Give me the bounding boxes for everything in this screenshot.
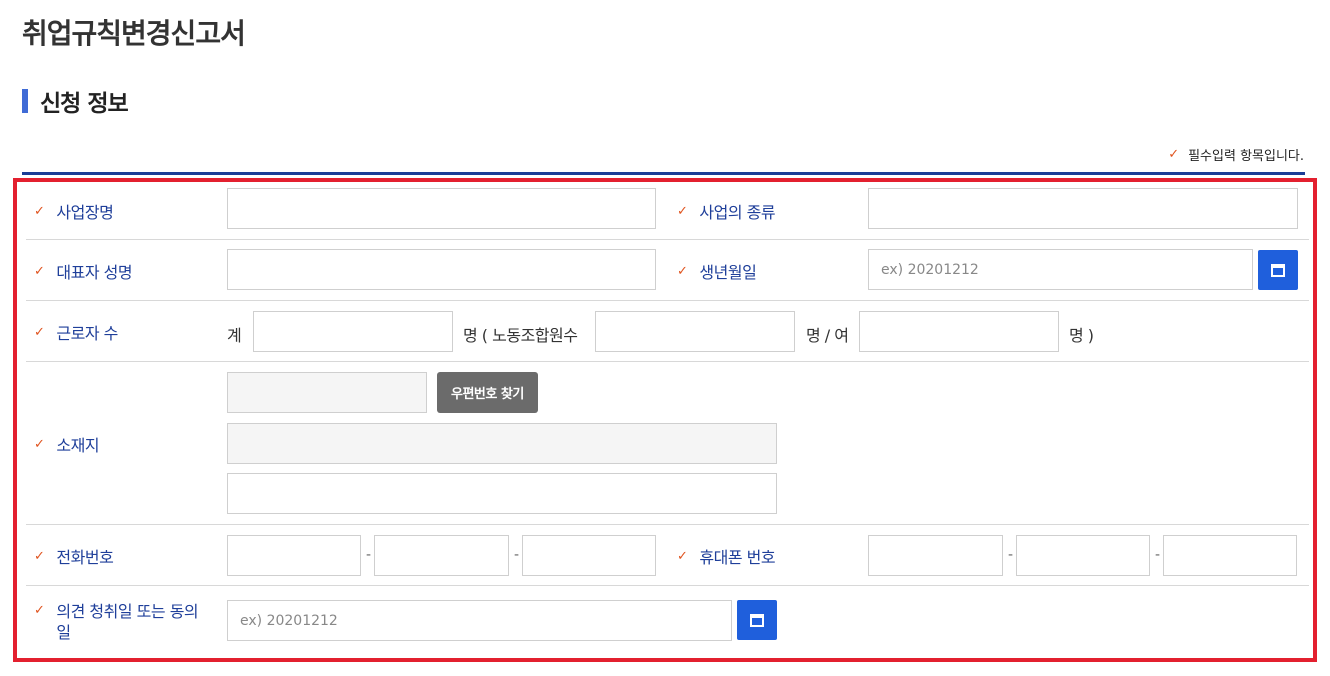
phone-separator: - <box>514 547 520 563</box>
section-title: 신청 정보 <box>40 91 129 117</box>
calendar-icon <box>750 614 764 627</box>
zipcode-input <box>227 372 427 413</box>
opinion-date-calendar-button[interactable] <box>737 600 777 640</box>
mobile-label: ✓ 휴대폰 번호 <box>677 548 776 567</box>
mobile-separator: - <box>1008 547 1014 563</box>
check-icon: ✓ <box>677 204 688 219</box>
workers-label: ✓ 근로자 수 <box>34 324 118 343</box>
check-icon: ✓ <box>34 603 45 618</box>
workers-close-text: 명 ) <box>1069 326 1094 345</box>
business-name-label: ✓ 사업장명 <box>34 203 114 222</box>
representative-name-label: ✓ 대표자 성명 <box>34 263 133 282</box>
check-icon: ✓ <box>34 264 45 279</box>
phone-part1-input[interactable] <box>227 535 361 576</box>
zip-search-button[interactable]: 우편번호 찾기 <box>437 372 538 413</box>
phone-label: ✓ 전화번호 <box>34 548 114 567</box>
mobile-part2-input[interactable] <box>1016 535 1150 576</box>
check-icon: ✓ <box>677 549 688 564</box>
section-bar <box>22 89 28 113</box>
form-row-phone: ✓ 전화번호 - - ✓ 휴대폰 번호 - - <box>26 525 1309 586</box>
check-icon: ✓ <box>34 325 45 340</box>
phone-part2-input[interactable] <box>374 535 509 576</box>
required-note-text: 필수입력 항목입니다. <box>1188 149 1304 164</box>
check-icon: ✓ <box>677 264 688 279</box>
business-name-input[interactable] <box>227 188 656 229</box>
workers-total-input[interactable] <box>253 311 453 352</box>
workers-female-input[interactable] <box>859 311 1059 352</box>
form-row-business: ✓ 사업장명 ✓ 사업의 종류 <box>26 182 1309 240</box>
mobile-separator: - <box>1155 547 1161 563</box>
birth-date-calendar-button[interactable] <box>1258 250 1298 290</box>
representative-name-input[interactable] <box>227 249 656 290</box>
check-icon: ✓ <box>34 204 45 219</box>
check-icon: ✓ <box>34 437 45 452</box>
birth-date-label: ✓ 생년월일 <box>677 263 757 282</box>
workers-total-prefix: 계 <box>227 326 242 345</box>
form-row-representative: ✓ 대표자 성명 ✓ 생년월일 <box>26 240 1309 301</box>
check-icon: ✓ <box>34 549 45 564</box>
form-row-address: ✓ 소재지 우편번호 찾기 <box>26 362 1309 525</box>
form-top-divider <box>22 172 1305 175</box>
check-icon: ✓ <box>1168 147 1180 162</box>
phone-part3-input[interactable] <box>522 535 656 576</box>
form-row-opinion-date: ✓ 의견 청취일 또는 동의일 <box>26 586 1309 660</box>
required-note: ✓ 필수입력 항목입니다. <box>1168 145 1304 164</box>
section-header: 신청 정보 <box>22 86 129 117</box>
address-main-input <box>227 423 777 464</box>
calendar-icon <box>1271 264 1285 277</box>
application-form: ✓ 사업장명 ✓ 사업의 종류 ✓ 대표자 성명 ✓ 생년월일 ex) 2020… <box>13 178 1317 662</box>
workers-female-text: 명 / 여 <box>806 326 849 345</box>
workers-union-input[interactable] <box>595 311 795 352</box>
business-type-input[interactable] <box>868 188 1298 229</box>
page-title: 취업규칙변경신고서 <box>22 17 246 50</box>
address-label: ✓ 소재지 <box>34 436 100 455</box>
business-type-label: ✓ 사업의 종류 <box>677 203 776 222</box>
mobile-part1-input[interactable] <box>868 535 1003 576</box>
workers-union-text: 명 ( 노동조합원수 <box>463 326 578 345</box>
opinion-date-label: ✓ 의견 청취일 또는 동의일 <box>34 602 199 642</box>
opinion-date-input[interactable] <box>227 600 732 641</box>
address-detail-input[interactable] <box>227 473 777 514</box>
form-row-workers: ✓ 근로자 수 계 명 ( 노동조합원수 명 / 여 명 ) <box>26 301 1309 362</box>
mobile-part3-input[interactable] <box>1163 535 1297 576</box>
birth-date-input[interactable] <box>868 249 1253 290</box>
phone-separator: - <box>366 547 372 563</box>
